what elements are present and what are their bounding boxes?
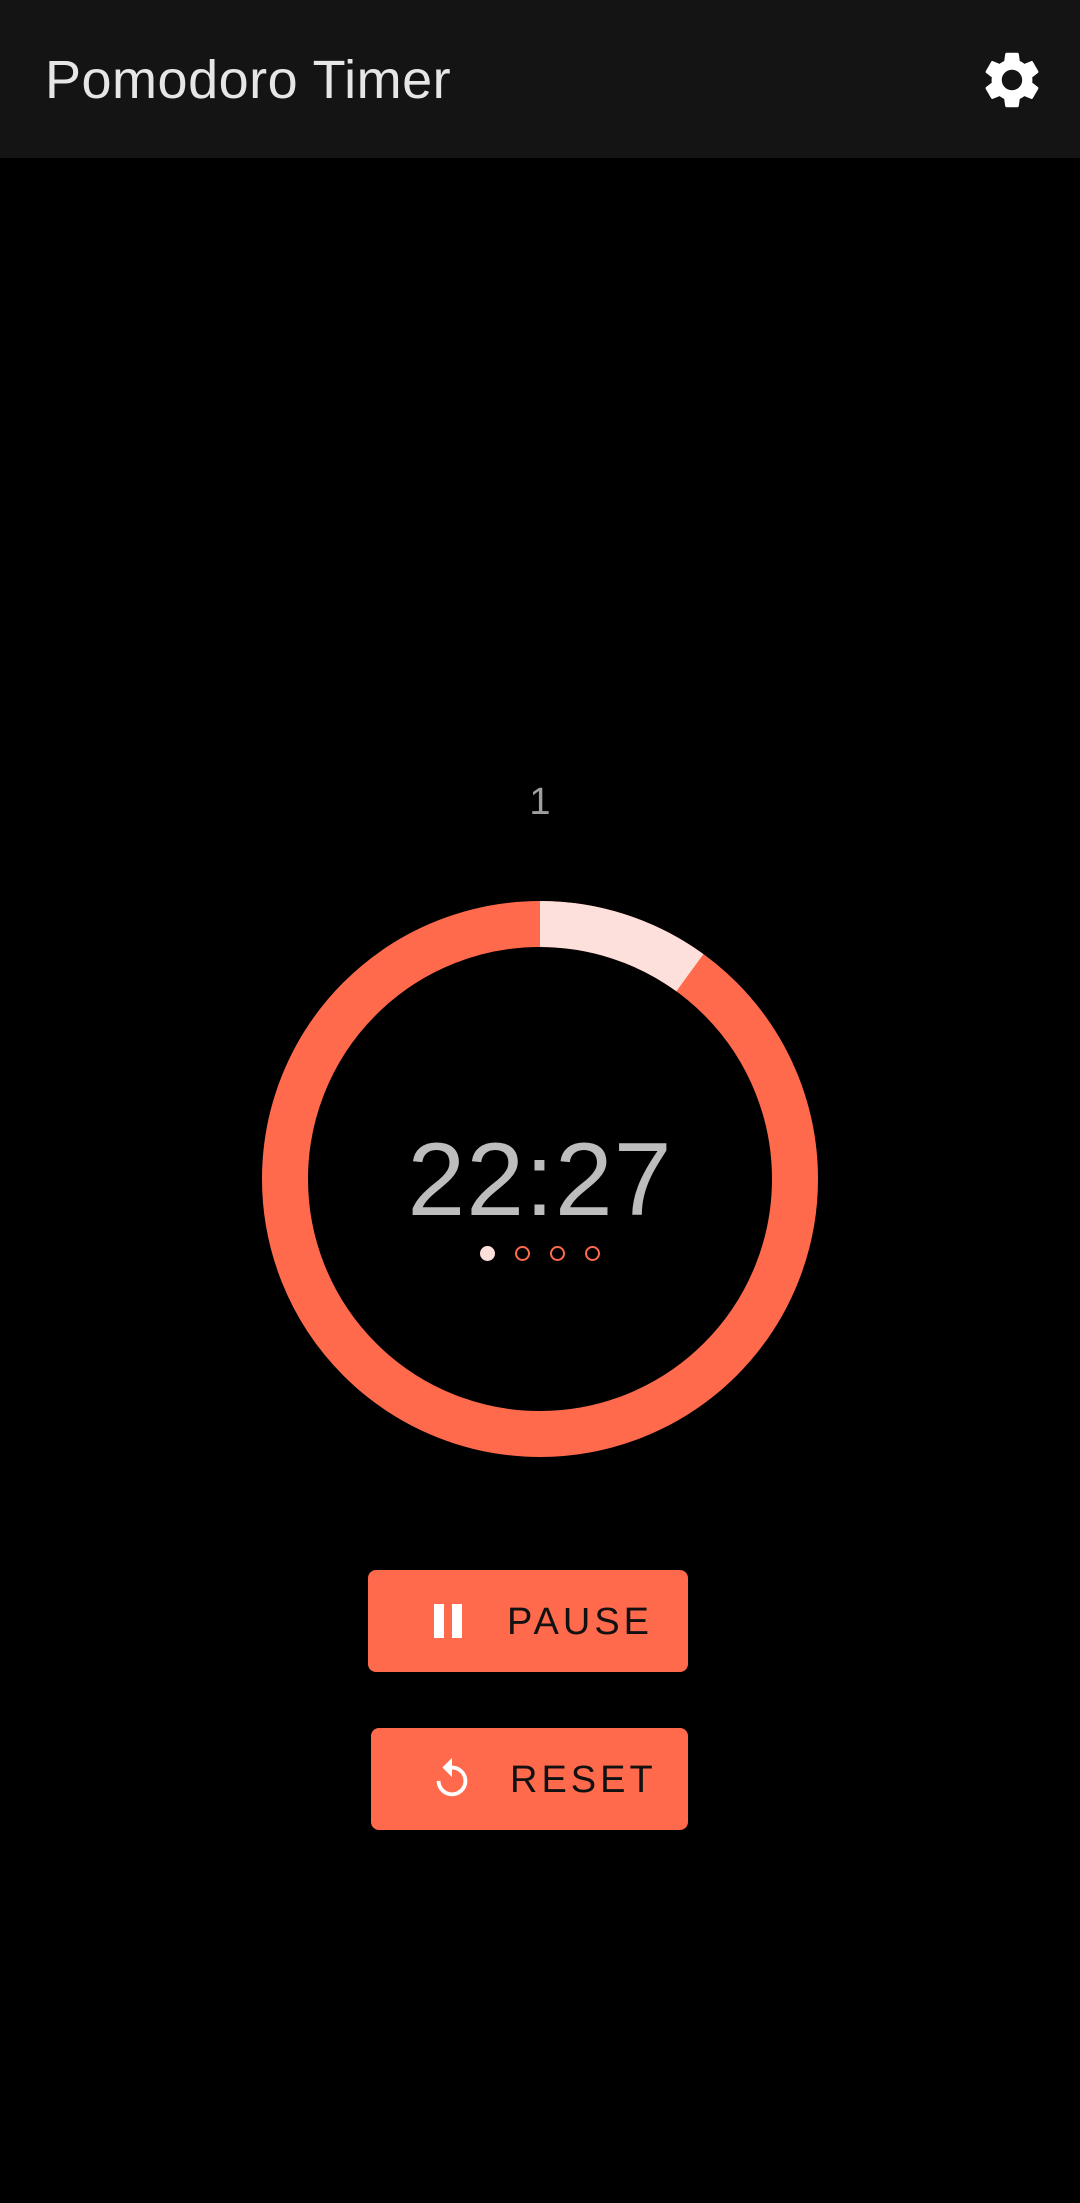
pause-button[interactable]: PAUSE (368, 1570, 688, 1672)
session-dot (550, 1246, 565, 1261)
session-dots (0, 1246, 1080, 1261)
session-dot (515, 1246, 530, 1261)
progress-ring-elapsed (539, 901, 704, 992)
refresh-icon (429, 1756, 475, 1802)
time-remaining: 22:27 (407, 1122, 673, 1238)
pause-icon (426, 1598, 472, 1644)
session-dot (585, 1246, 600, 1261)
session-dot (480, 1246, 495, 1261)
gear-icon (985, 52, 1039, 108)
pomodoro-app: Pomodoro Timer 1 22:27 PAUSE RESET (0, 0, 1080, 2203)
reset-label: RESET (510, 1759, 657, 1801)
app-title: Pomodoro Timer (45, 50, 452, 110)
session-number: 1 (529, 781, 551, 823)
pause-label: PAUSE (507, 1601, 654, 1643)
reset-button[interactable]: RESET (371, 1728, 688, 1830)
settings-button[interactable] (978, 46, 1046, 114)
top-app-bar: Pomodoro Timer (0, 0, 1080, 158)
